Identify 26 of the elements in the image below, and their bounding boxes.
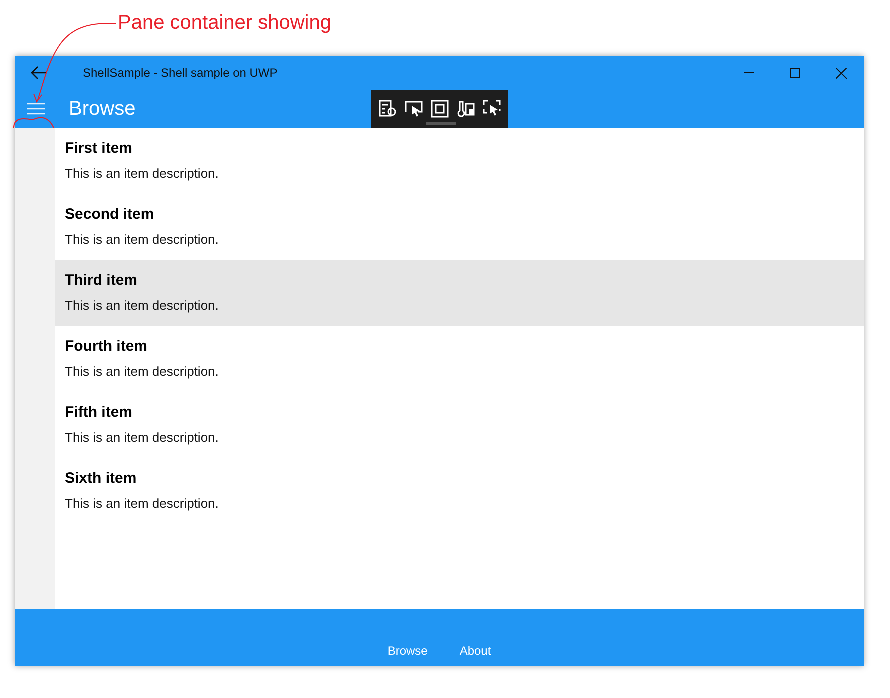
item-title: Third item bbox=[65, 272, 139, 289]
item-title: Sixth item bbox=[65, 470, 138, 487]
item-description: This is an item description. bbox=[65, 364, 220, 379]
item-title: Second item bbox=[65, 206, 156, 223]
maximize-icon[interactable] bbox=[790, 68, 800, 78]
cursor-frame-icon[interactable] bbox=[482, 100, 500, 118]
item-description: This is an item description. bbox=[65, 166, 220, 181]
window-title: ShellSample - Shell sample on UWP bbox=[83, 66, 279, 80]
item-description: This is an item description. bbox=[65, 232, 220, 247]
item-description: This is an item description. bbox=[65, 298, 220, 313]
annotation-label: Pane container showing bbox=[118, 12, 332, 35]
layout-adorner-icon[interactable] bbox=[430, 100, 448, 118]
visual-tree-icon[interactable] bbox=[378, 100, 396, 118]
select-element-icon[interactable] bbox=[404, 100, 422, 118]
close-icon[interactable] bbox=[836, 68, 846, 78]
item-title: Fifth item bbox=[65, 404, 134, 421]
thermometer-icon[interactable] bbox=[456, 100, 474, 118]
item-title: Fourth item bbox=[65, 338, 148, 355]
item-description: This is an item description. bbox=[65, 496, 220, 511]
item-description: This is an item description. bbox=[65, 430, 220, 445]
back-arrow-icon[interactable] bbox=[31, 66, 47, 80]
list-item[interactable]: Third item This is an item description. bbox=[55, 260, 864, 326]
item-title: First item bbox=[65, 140, 134, 157]
toolbar-grip[interactable] bbox=[426, 122, 456, 125]
page-title: Browse bbox=[69, 98, 136, 120]
menu-icon[interactable] bbox=[27, 103, 45, 115]
